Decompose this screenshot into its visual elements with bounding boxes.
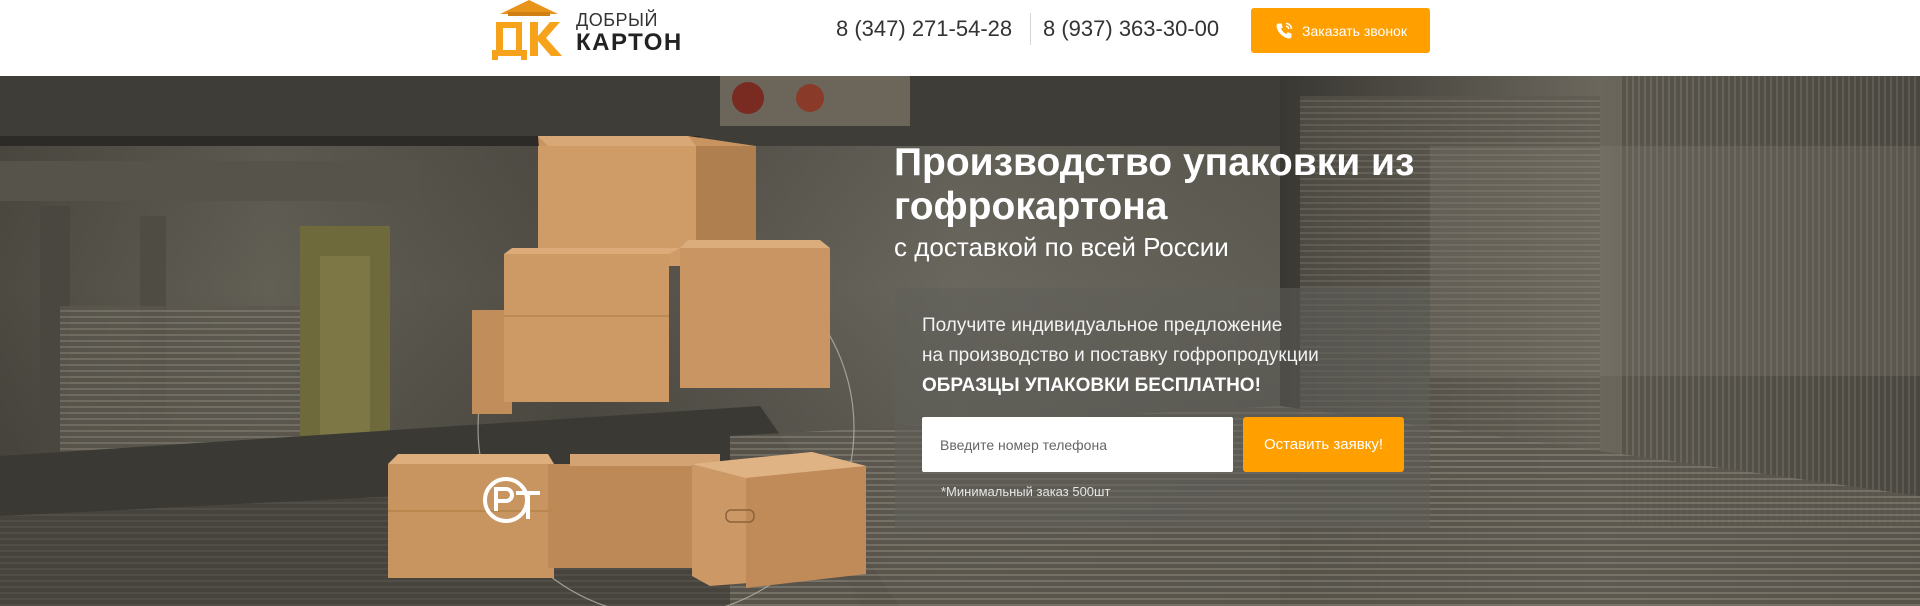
rst-certification-icon [483, 477, 540, 523]
phone-icon [1276, 22, 1293, 38]
offer-text-line-1: Получите индивидуальное предложение [922, 315, 1283, 336]
offer-text-line-2: на производство и поставку гофропродукци… [922, 345, 1319, 366]
phone-number-1[interactable]: 8 (347) 271-54-28 [836, 16, 1012, 42]
logo-text-top: ДОБРЫЙ [576, 10, 658, 30]
phone-number-2[interactable]: 8 (937) 363-30-00 [1043, 16, 1219, 42]
site-header: ДОБРЫЙ КАРТОН 8 (347) 271-54-28 8 (937) … [0, 0, 1920, 76]
hero-subtitle: с доставкой по всей России [894, 232, 1229, 262]
lead-form-panel: Получите индивидуальное предложение на п… [895, 288, 1430, 528]
logo-text-bottom: КАРТОН [576, 29, 683, 56]
phone-divider [1030, 13, 1031, 45]
cardboard-boxes-image [388, 136, 866, 588]
logo[interactable]: ДОБРЫЙ КАРТОН [490, 0, 690, 62]
request-call-label: Заказать звонок [1302, 22, 1407, 39]
phone-input[interactable] [922, 417, 1233, 472]
hero-title: Производство упаковки из гофрокартона [894, 141, 1415, 228]
free-samples-text: ОБРАЗЦЫ УПАКОВКИ БЕСПЛАТНО! [922, 375, 1261, 396]
logo-icon [492, 0, 562, 60]
hero-section: Производство упаковки из гофрокартона с … [0, 76, 1920, 606]
submit-request-button[interactable]: Оставить заявку! [1243, 417, 1404, 472]
minimum-order-note: *Минимальный заказ 500шт [941, 484, 1111, 499]
request-call-button[interactable]: Заказать звонок [1251, 8, 1430, 53]
